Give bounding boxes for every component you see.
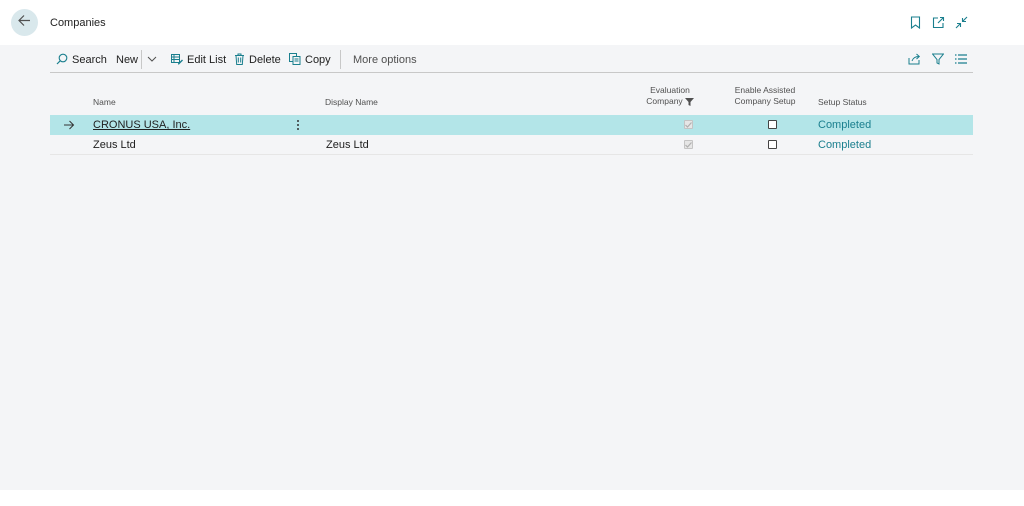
more-options-button[interactable]: More options [353,52,417,68]
evaluation-company-checkbox [684,120,693,129]
setup-status-link[interactable]: Completed [818,139,871,151]
edit-list-icon [171,53,187,68]
column-header-line: Company Setup [734,96,796,106]
open-new-window-icon[interactable] [931,15,945,29]
toolbar-divider [340,50,341,69]
filter-icon [684,97,694,106]
column-header-setup-status[interactable]: Setup Status [818,97,867,108]
page-header: Companies [0,0,1024,45]
page-title: Companies [50,17,106,29]
filter-icon[interactable] [931,52,945,66]
column-header-enable-assisted-setup[interactable]: Enable Assisted Company Setup [727,85,803,107]
search-icon [56,53,72,68]
column-header-name[interactable]: Name [93,97,116,108]
footer-bar [0,490,1024,506]
column-header-line: Enable Assisted [734,85,796,95]
display-name-cell: Zeus Ltd [326,139,369,151]
chevron-down-icon [147,54,161,67]
column-header-evaluation-company[interactable]: Evaluation Company [638,85,702,107]
company-name-cell[interactable]: Zeus Ltd [93,139,136,151]
evaluation-company-checkbox [684,140,693,149]
app-frame: Companies Search New Edit List Delete Co… [0,0,1024,506]
share-icon[interactable] [907,52,921,66]
column-header-line: Company [646,96,683,106]
trash-icon [234,53,249,68]
column-header-line: Evaluation [650,85,690,95]
search-label: Search [72,54,107,66]
list-view-icon[interactable] [954,52,968,66]
search-button[interactable]: Search [56,52,107,68]
row-actions-icon[interactable] [294,118,302,132]
enable-assisted-setup-checkbox[interactable] [768,140,777,149]
table-row[interactable]: Zeus Ltd Zeus Ltd Completed [50,135,973,155]
more-options-label: More options [353,54,417,66]
edit-list-button[interactable]: Edit List [171,52,226,68]
arrow-left-icon [18,14,31,32]
edit-list-label: Edit List [187,54,227,66]
delete-label: Delete [249,54,281,66]
copy-icon [289,52,305,68]
table-row[interactable]: CRONUS USA, Inc. Completed [50,115,973,135]
copy-label: Copy [305,54,331,66]
back-button[interactable] [11,9,38,36]
delete-button[interactable]: Delete [234,52,281,68]
new-button[interactable]: New [116,52,138,68]
column-header-display-name[interactable]: Display Name [325,97,378,108]
collapse-icon[interactable] [954,15,968,29]
action-bar: Search New Edit List Delete Copy More op… [50,47,973,73]
company-name-link[interactable]: CRONUS USA, Inc. [93,119,190,131]
new-dropdown-button[interactable] [147,52,161,68]
enable-assisted-setup-checkbox[interactable] [768,120,777,129]
setup-status-link[interactable]: Completed [818,119,871,131]
new-label: New [116,54,139,66]
row-selected-arrow-icon [62,118,76,132]
copy-button[interactable]: Copy [289,52,331,68]
toolbar-divider [141,50,142,69]
bookmark-icon[interactable] [908,15,922,29]
